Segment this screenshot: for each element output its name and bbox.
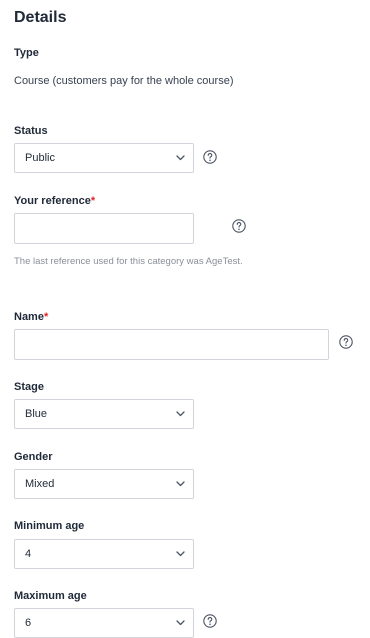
max-age-select[interactable]: 6 bbox=[14, 608, 194, 638]
name-help-icon[interactable] bbox=[339, 335, 353, 349]
required-mark: * bbox=[43, 311, 49, 323]
max-age-select-value: 6 bbox=[25, 617, 32, 629]
stage-select-value: Blue bbox=[25, 408, 48, 420]
stage-select[interactable]: Blue bbox=[14, 399, 194, 429]
min-age-select-value: 4 bbox=[25, 548, 32, 560]
gender-select-value: Mixed bbox=[25, 478, 55, 490]
name-input[interactable] bbox=[14, 329, 329, 360]
min-age-select[interactable]: 4 bbox=[14, 539, 194, 569]
max-age-label: Maximum age bbox=[14, 590, 87, 602]
chevron-down-icon bbox=[176, 551, 185, 557]
name-label: Name* bbox=[14, 311, 48, 323]
status-select[interactable]: Public bbox=[14, 143, 194, 173]
max-age-help-icon[interactable] bbox=[203, 614, 217, 628]
min-age-label: Minimum age bbox=[14, 520, 85, 532]
status-label: Status bbox=[14, 125, 48, 137]
gender-select[interactable]: Mixed bbox=[14, 469, 194, 499]
stage-label: Stage bbox=[14, 381, 44, 393]
required-mark: * bbox=[90, 195, 96, 207]
reference-help-text: The last reference used for this categor… bbox=[14, 256, 243, 267]
chevron-down-icon bbox=[176, 481, 185, 487]
page-title: Details bbox=[14, 9, 67, 26]
reference-label: Your reference* bbox=[14, 195, 95, 207]
chevron-down-icon bbox=[176, 155, 185, 161]
type-value: Course (customers pay for the whole cour… bbox=[14, 75, 234, 87]
chevron-down-icon bbox=[176, 620, 185, 626]
reference-label-text: Your reference bbox=[14, 195, 91, 207]
type-label: Type bbox=[14, 47, 39, 59]
name-label-text: Name bbox=[14, 311, 44, 323]
status-select-value: Public bbox=[25, 152, 55, 164]
reference-input[interactable] bbox=[14, 213, 194, 244]
chevron-down-icon bbox=[176, 411, 185, 417]
gender-label: Gender bbox=[14, 451, 53, 463]
reference-help-icon[interactable] bbox=[232, 219, 246, 233]
status-help-icon[interactable] bbox=[203, 150, 217, 164]
